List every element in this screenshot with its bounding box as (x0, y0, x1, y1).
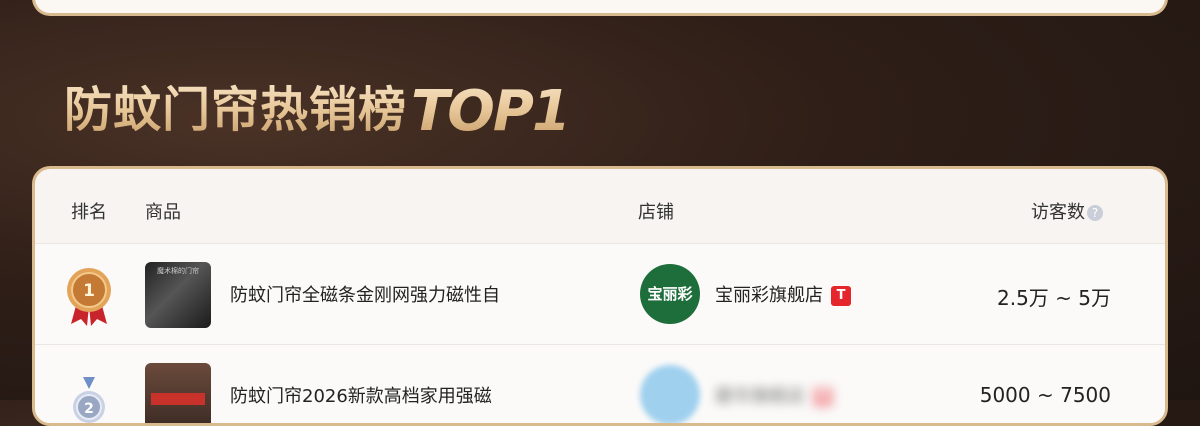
table-header: 排名 商品 店铺 访客数? (35, 169, 1165, 245)
table-row[interactable]: 2 防蚊门帘2026新款高档家用强磁 碧华旗舰店 T 5000 ~ 7500 (35, 344, 1165, 423)
header-shop: 店铺 (638, 202, 674, 223)
shop-name[interactable]: 宝丽彩旗舰店 (715, 285, 823, 306)
table-row[interactable]: 1 魔术棉的门帘 防蚊门帘全磁条金刚网强力磁性自 宝丽彩 宝丽彩旗舰店 T 2.5… (35, 243, 1165, 344)
shop-logo[interactable]: 宝丽彩 (640, 264, 700, 324)
header-product: 商品 (145, 202, 181, 223)
shop-name-container[interactable]: 碧华旗舰店 T (715, 382, 833, 408)
product-image-banner (151, 393, 205, 405)
product-image[interactable] (145, 363, 211, 423)
product-image[interactable]: 魔术棉的门帘 (145, 262, 211, 328)
header-visitors: 访客数? (1031, 198, 1103, 224)
page-title-cn: 防蚊门帘热销榜 (64, 82, 408, 138)
page-title: 防蚊门帘热销榜 TOP1 (64, 60, 569, 140)
product-image-text: 魔术棉的门帘 (157, 267, 199, 275)
header-rank: 排名 (71, 202, 107, 223)
tmall-badge-icon: T (813, 387, 833, 407)
tmall-badge-icon: T (831, 286, 851, 306)
shop-name-container[interactable]: 宝丽彩旗舰店 T (715, 281, 851, 307)
ranking-table: 排名 商品 店铺 访客数? 1 魔术棉的门帘 防蚊门帘全磁条金刚网强力磁性自 宝… (32, 166, 1168, 426)
gold-medal-icon: 1 (67, 268, 111, 326)
medal-rank-1: 1 (83, 281, 95, 301)
product-name[interactable]: 防蚊门帘全磁条金刚网强力磁性自 (230, 281, 530, 307)
medal-rank-2: 2 (84, 401, 94, 417)
page-title-en: TOP1 (411, 79, 569, 144)
visitor-count: 5000 ~ 7500 (979, 383, 1111, 407)
header-visitors-label: 访客数 (1031, 202, 1085, 223)
shop-name[interactable]: 碧华旗舰店 (715, 386, 805, 407)
product-name[interactable]: 防蚊门帘2026新款高档家用强磁 (230, 382, 530, 408)
previous-card-bottom (32, 0, 1168, 16)
visitor-count: 2.5万 ~ 5万 (996, 286, 1111, 310)
help-circle-icon[interactable]: ? (1087, 205, 1103, 221)
shop-logo[interactable] (640, 365, 700, 423)
